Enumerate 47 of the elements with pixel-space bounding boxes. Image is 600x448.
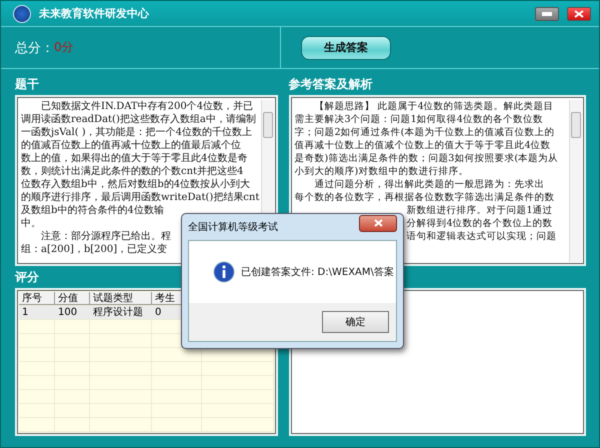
close-icon [374,219,382,227]
answer-text-line: 需主要解决3个问题：问题1如何取得4位数的各个数位数 [294,113,543,126]
answer-text-line: 通过问题分析，得出解此类题的一般思路为：先求出 [314,178,545,191]
question-text-line: 注意：部分源程序已给出。程 [40,230,171,243]
close-button[interactable] [567,6,591,20]
question-text-line: 位数存入数组b中，然后对数组b的4位数按从小到大 [21,178,250,191]
dialog-close-button[interactable] [359,214,397,232]
question-text-line: 一函数jsVal( )，其功能是：把一个4位数的千位数上 [21,126,252,139]
table-cell: 程序设计题 [90,306,152,319]
answer-text-line: 新数组进行排序。对于问题1通过 [406,204,553,217]
answer-text-line: 语句和逻辑表达式可以实现；问题 [406,230,557,243]
question-text-line: 中。 [21,217,41,230]
total-score-value: 0分 [54,39,74,56]
total-score-label: 总分： [15,40,54,56]
answer-text-line: 【解题思路】 此题属于4位数的筛选类题。解此类题目 [314,100,554,113]
question-text-line: 数，则统计出满足此条件的数的个数cnt并把这些4 [21,165,244,178]
question-text-line: 的值减百位数上的值再减十位数上的值最后减个位 [21,139,241,152]
answer-text-line: 值再减十位数上的值减个位数上的值大于等于零且此4位数 [294,139,551,152]
answer-text-line: 分解得到4位数的各个数位上的数 [406,217,553,230]
ok-button[interactable]: 确定 [322,311,389,333]
question-text-line: 及数组b中的符合条件的4位数输 [21,204,164,217]
dialog-title: 全国计算机等级考试 [188,220,278,234]
question-text-line: 组：a[200]，b[200]，已定义变 [21,243,168,256]
answer-text-line: 小到大的顺序)对数组中的数进行排序。 [294,165,468,178]
column-header[interactable]: 分值 [55,292,90,305]
question-text-line: 已知数据文件IN.DAT中存有200个4位数，并已 [40,100,254,113]
minimize-button[interactable] [535,6,559,20]
window-title: 未来教育软件研发中心 [39,6,150,21]
answer-text-line: 字；问题2如何通过条件(本题为千位数上的值减百位数上的 [294,126,554,139]
section-title: 题干 [15,76,40,92]
question-text-line: 数上的值，如果得出的值大于等于零且此4位数是奇 [21,152,248,165]
section-title: 参考答案及解析 [288,76,374,92]
table-cell: 100 [55,306,90,319]
column-header[interactable]: 序号 [19,292,55,305]
question-text-line: 的顺序进行排序，最后调用函数writeDat()把结果cnt [21,191,260,204]
column-header[interactable]: 试题类型 [90,292,152,305]
generate-answer-button[interactable]: 生成答案 [301,36,391,60]
question-text-line: 调用读函数readDat()把这些数存入数组a中，请编制 [21,113,256,126]
minimize-icon [542,12,552,16]
section-title: 评分 [15,268,39,286]
answer-text-line: 是奇数)筛选出满足条件的数；问题3如何按照要求(本题为从 [294,152,558,165]
table-cell: 1 [19,306,55,319]
answer-text-line: 每个数的各位数字，再根据各位数数字筛选出满足条件的数 [294,191,555,204]
logo-icon [13,4,31,22]
info-icon [213,261,235,283]
dialog-message: 已创建答案文件: D:\WEXAM\答案 [241,266,394,279]
close-icon [574,10,584,18]
